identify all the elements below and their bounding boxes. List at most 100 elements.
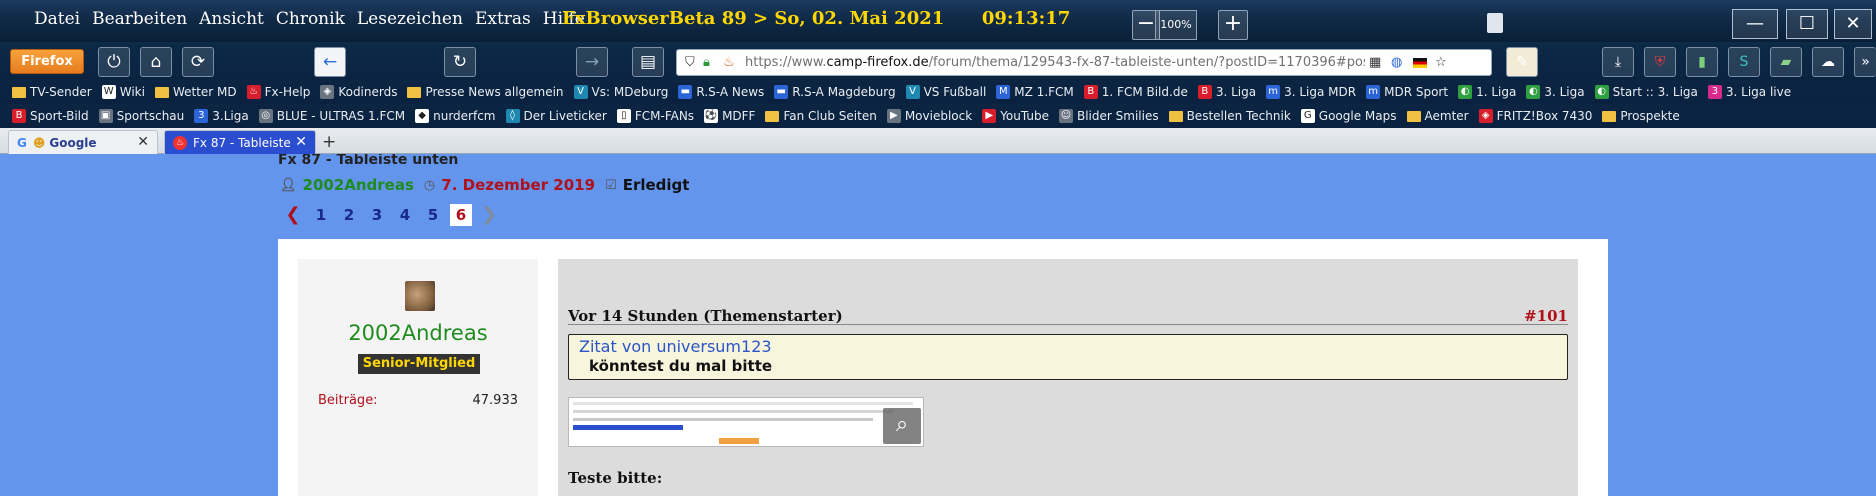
menu-chronik[interactable]: Chronik	[272, 9, 353, 29]
quote-source-link[interactable]: Zitat von universum123	[579, 337, 772, 356]
volksstimme-icon: V	[573, 85, 588, 99]
maximize-button[interactable]: ☐	[1786, 9, 1828, 39]
liga-icon: ◐	[1458, 85, 1473, 99]
zoom-level[interactable]: 100%	[1155, 10, 1197, 40]
weather-icon[interactable]: ☁	[1812, 47, 1844, 77]
page-4[interactable]: 4	[394, 204, 416, 226]
bookmark-presse-news[interactable]: Presse News allgemein	[407, 85, 564, 99]
sidebar-icon[interactable]: ▤	[632, 47, 664, 77]
bookmark-3-liga[interactable]: ◐ 3. Liga	[1526, 85, 1585, 99]
bookmark-rsa-magdeburg[interactable]: ▬ R.S-A Magdeburg	[774, 85, 896, 99]
power-icon[interactable]: ⏻	[98, 47, 130, 77]
bookmark-sportschau[interactable]: ▣ Sportschau	[98, 109, 184, 123]
bookmark-liveticker[interactable]: ◊ Der Liveticker	[505, 109, 607, 123]
url-bar[interactable]: ⛉ 🔒︎ ♨ https://www.camp-firefox.de/forum…	[676, 49, 1492, 76]
ultras-icon: ◎	[258, 109, 273, 123]
bookmark-3-liga-bild[interactable]: B 3. Liga	[1197, 85, 1256, 99]
post-username[interactable]: 2002Andreas	[298, 321, 538, 345]
bookmark-prospekte[interactable]: Prospekte	[1602, 109, 1680, 123]
shield-icon[interactable]: ⛉	[685, 55, 695, 70]
close-tab-icon[interactable]: ✕	[137, 134, 149, 150]
bookmark-google-maps[interactable]: G Google Maps	[1300, 109, 1397, 123]
minimize-button[interactable]: —	[1732, 9, 1778, 39]
menu-ansicht[interactable]: Ansicht	[195, 9, 272, 29]
bookmark-nurderfcm[interactable]: ◆ nurderfcm	[415, 109, 496, 123]
bookmark-fan-club[interactable]: Fan Club Seiten	[765, 109, 877, 123]
bookmark-fritzbox[interactable]: ◈ FRITZ!Box 7430	[1478, 109, 1592, 123]
menu-datei[interactable]: Datei	[30, 9, 88, 29]
bookmark-sport-bild[interactable]: B Sport-Bild	[12, 109, 89, 123]
reader-view-icon[interactable]: ▦	[1369, 55, 1381, 70]
bookmark-3liga[interactable]: 3 3.Liga	[194, 109, 249, 123]
notes-icon[interactable]: ✎	[1506, 47, 1538, 77]
bookmark-smilies[interactable]: ☺ Blider Smilies	[1058, 109, 1159, 123]
bookmark-mdff[interactable]: ⚽ MDFF	[704, 109, 755, 123]
bookmark-vs-fussball[interactable]: V VS Fußball	[905, 85, 986, 99]
bookmark-movieblock[interactable]: ▶ Movieblock	[886, 109, 972, 123]
bookmark-kodinerds[interactable]: ◈ Kodinerds	[320, 85, 397, 99]
lock-icon[interactable]: 🔒︎	[703, 55, 710, 70]
bookmark-aemter[interactable]: Aemter	[1406, 109, 1469, 123]
menu-extras[interactable]: Extras	[471, 9, 539, 29]
bookmark-start-3-liga[interactable]: ◐ Start :: 3. Liga	[1594, 85, 1698, 99]
menu-bar: Datei Bearbeiten Ansicht Chronik Lesezei…	[30, 9, 593, 29]
bookmark-wetter-md[interactable]: Wetter MD	[154, 85, 237, 99]
bookmark-rsa-news[interactable]: ▬ R.S-A News	[678, 85, 764, 99]
bookmark-star-icon[interactable]: ☆	[1435, 55, 1447, 70]
extension-screenshot-icon[interactable]: ▰	[1770, 47, 1802, 77]
language-flag-icon[interactable]	[1413, 58, 1427, 68]
tab-google[interactable]: G ☻ Google ✕	[8, 130, 158, 154]
page-2[interactable]: 2	[338, 204, 360, 226]
attachment-thumbnail[interactable]: ⌕	[568, 397, 924, 447]
bookmark-mz-fcm[interactable]: M MZ 1.FCM	[996, 85, 1074, 99]
prev-page-icon[interactable]: ❮	[282, 204, 304, 226]
reload-button[interactable]: ↻	[444, 47, 476, 77]
thread-date[interactable]: 7. Dezember 2019	[441, 176, 595, 194]
menu-bearbeiten[interactable]: Bearbeiten	[88, 9, 195, 29]
bookmark-tv-sender[interactable]: TV-Sender	[12, 85, 92, 99]
bookmark-vs-mdeburg[interactable]: V Vs: MDeburg	[573, 85, 668, 99]
close-window-button[interactable]: ✕	[1834, 9, 1872, 39]
bookmark-3-liga-mdr[interactable]: m 3. Liga MDR	[1266, 85, 1356, 99]
bookmark-youtube[interactable]: ▶ YouTube	[982, 109, 1049, 123]
bookmark-blue-ultras[interactable]: ◎ BLUE - ULTRAS 1.FCM	[258, 109, 405, 123]
menu-lesezeichen[interactable]: Lesezeichen	[353, 9, 471, 29]
firefox-menu-button[interactable]: Firefox	[10, 49, 84, 74]
thread-author[interactable]: 2002Andreas	[303, 176, 414, 194]
translate-icon[interactable]: ◍	[1391, 55, 1402, 70]
download-icon[interactable]: ⤓	[1602, 47, 1634, 77]
ublock-icon[interactable]: ⛨	[1644, 47, 1676, 77]
zoom-in-button[interactable]: +	[1218, 10, 1248, 40]
bookmark-1-liga[interactable]: ◐ 1. Liga	[1458, 85, 1516, 99]
bookmark-3-liga-live[interactable]: 3 3. Liga live	[1707, 85, 1791, 99]
google-doodle-icon: ☻	[32, 135, 46, 150]
bild-icon: B	[1197, 85, 1212, 99]
extension-green-icon[interactable]: ▮	[1686, 47, 1718, 77]
bookmark-bestellen-technik[interactable]: Bestellen Technik	[1168, 109, 1291, 123]
page-5[interactable]: 5	[422, 204, 444, 226]
page-1[interactable]: 1	[310, 204, 332, 226]
new-tab-button[interactable]: +	[322, 132, 336, 152]
forward-button[interactable]: →	[576, 47, 608, 77]
tab-active[interactable]: ♨ Fx 87 - Tableiste u ✕	[164, 130, 316, 154]
avatar[interactable]	[405, 281, 435, 311]
sync-icon[interactable]: ⟳	[182, 47, 214, 77]
bookmark-fcm-fans[interactable]: ▯ FCM-FANs	[616, 109, 694, 123]
bookmark-mdr-sport[interactable]: m MDR Sport	[1366, 85, 1448, 99]
close-tab-icon[interactable]: ✕	[295, 134, 307, 150]
extension-s-icon[interactable]: S	[1728, 47, 1760, 77]
post-number-link[interactable]: #101	[1524, 307, 1568, 325]
back-button[interactable]: ←	[314, 47, 346, 77]
bookmark-fcm-bild[interactable]: B 1. FCM Bild.de	[1083, 85, 1188, 99]
page-current[interactable]: 6	[450, 204, 472, 226]
fcm-icon: ◆	[415, 109, 430, 123]
bookmark-fx-help[interactable]: ♨ Fx-Help	[246, 85, 310, 99]
overflow-icon[interactable]: »	[1854, 47, 1876, 77]
magnifier-icon[interactable]: ⌕	[883, 408, 921, 444]
post-header: Vor 14 Stunden (Themenstarter) #101	[568, 307, 1568, 325]
volksstimme-icon: V	[905, 85, 920, 99]
page-3[interactable]: 3	[366, 204, 388, 226]
home-icon[interactable]: ⌂	[140, 47, 172, 77]
bookmark-wiki[interactable]: W Wiki	[101, 85, 145, 99]
url-text[interactable]: https://www.camp-firefox.de/forum/thema/…	[745, 55, 1365, 70]
